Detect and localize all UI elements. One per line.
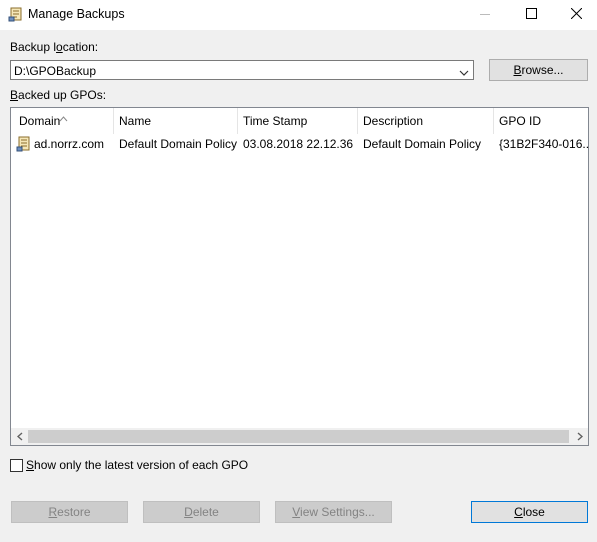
gpo-list-view[interactable]: Domain Name Time Stamp Description GPO I… [10, 107, 589, 446]
list-header: Domain Name Time Stamp Description GPO I… [11, 108, 588, 134]
backup-location-label: Backup location: [10, 40, 99, 54]
close-button[interactable]: Close [471, 501, 588, 523]
column-header-description[interactable]: Description [357, 108, 493, 134]
maximize-icon [525, 8, 537, 22]
scrollbar-thumb[interactable] [28, 430, 569, 443]
close-window-button[interactable] [553, 0, 597, 30]
cell-name: Default Domain Policy [119, 137, 238, 151]
column-header-time-stamp[interactable]: Time Stamp [237, 108, 357, 134]
backup-location-combo[interactable]: D:\GPOBackup [10, 60, 474, 80]
cell-gpo-id: {31B2F340-016... [499, 137, 589, 151]
minimize-button[interactable] [462, 0, 508, 30]
table-row[interactable]: ad.norrz.com Default Domain Policy 03.08… [11, 134, 588, 154]
backed-up-gpos-label: Backed up GPOs: [10, 88, 107, 102]
backup-location-value: D:\GPOBackup [14, 64, 97, 78]
title-bar: Manage Backups [0, 0, 597, 30]
chevron-right-icon[interactable] [571, 431, 588, 442]
chevron-left-icon[interactable] [11, 431, 28, 442]
minimize-icon [480, 8, 490, 22]
scroll-document-icon [8, 6, 24, 22]
horizontal-scrollbar[interactable] [11, 428, 588, 445]
chevron-down-icon[interactable] [459, 66, 469, 80]
latest-version-checkbox[interactable] [10, 459, 23, 472]
restore-button[interactable]: Restore [11, 501, 128, 523]
window-title: Manage Backups [28, 7, 125, 21]
column-header-name[interactable]: Name [113, 108, 237, 134]
cell-domain: ad.norrz.com [34, 137, 105, 151]
delete-button[interactable]: Delete [143, 501, 260, 523]
maximize-button[interactable] [508, 0, 554, 30]
close-icon [570, 7, 582, 22]
cell-description: Default Domain Policy [363, 137, 482, 151]
sort-ascending-icon [59, 108, 68, 131]
column-header-domain[interactable]: Domain [13, 108, 115, 134]
view-settings-button[interactable]: View Settings... [275, 501, 392, 523]
gpo-scroll-icon [16, 136, 32, 155]
column-header-gpo-id[interactable]: GPO ID [493, 108, 588, 134]
latest-version-label[interactable]: Show only the latest version of each GPO [26, 458, 248, 472]
cell-time-stamp: 03.08.2018 22.12.36 [243, 137, 354, 151]
browse-button[interactable]: Browse... [489, 59, 588, 81]
